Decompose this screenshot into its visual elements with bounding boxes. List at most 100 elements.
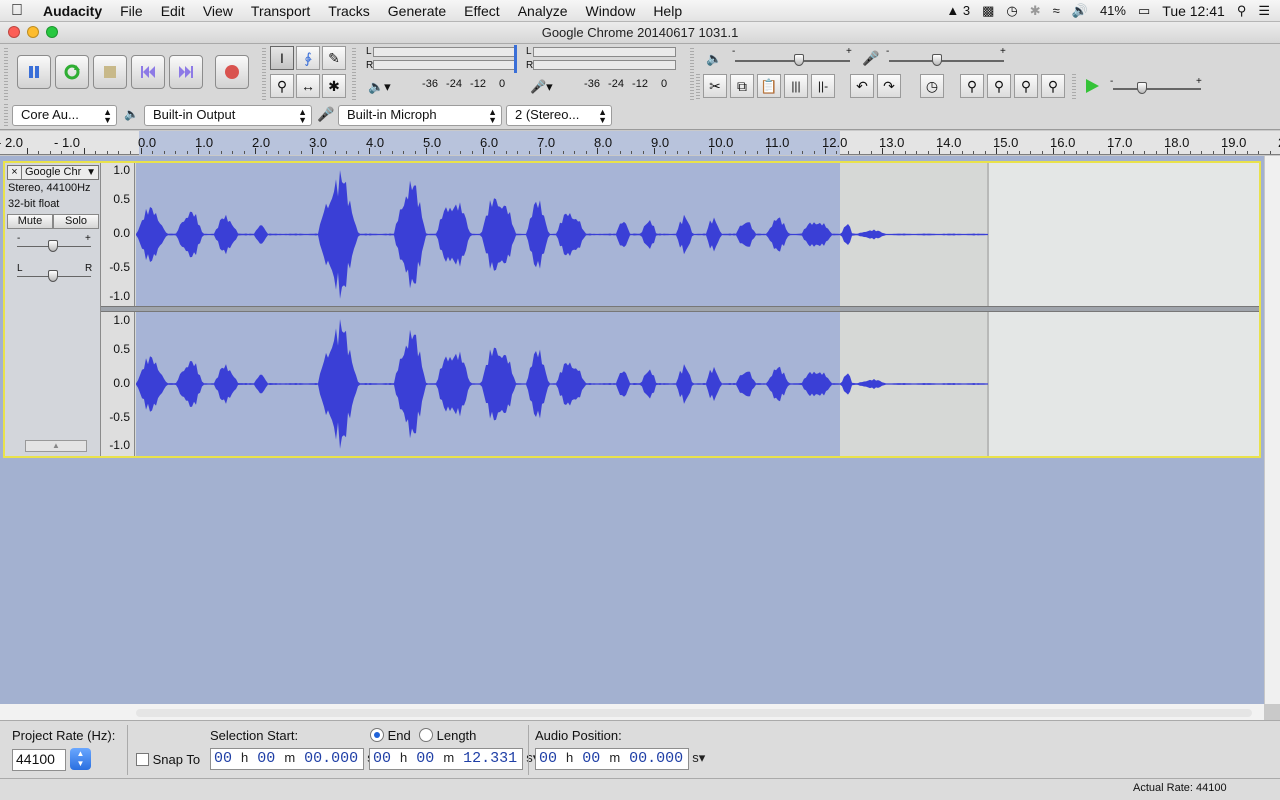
menu-window[interactable]: Window <box>577 3 645 19</box>
bluetooth-icon[interactable]: ✱ <box>1030 3 1041 19</box>
adobe-status[interactable]: ▲ 3 <box>946 3 970 18</box>
menu-tracks[interactable]: Tracks <box>319 3 378 19</box>
play-speed-thumb[interactable] <box>1137 82 1147 94</box>
skip-to-end-button[interactable] <box>169 55 203 89</box>
paste-button[interactable]: 📋 <box>757 74 781 98</box>
input-volume-slider[interactable] <box>889 60 1004 62</box>
wifi-icon[interactable]: ≈ <box>1053 3 1060 18</box>
zoom-tool-button[interactable]: ⚲ <box>270 74 294 98</box>
toolbar-grip[interactable] <box>690 48 694 100</box>
pan-slider-thumb[interactable] <box>48 270 58 282</box>
project-rate-dropdown-button[interactable]: ▲ ▼ <box>70 748 91 770</box>
menu-file[interactable]: File <box>111 3 152 19</box>
menu-effect[interactable]: Effect <box>455 3 509 19</box>
collapse-track-button[interactable]: ▲ <box>25 440 87 452</box>
toolbar-grip[interactable] <box>262 48 266 100</box>
waveform-right-channel[interactable] <box>136 312 1259 456</box>
selection-end-field[interactable]: 00 h 00 m 12.331 s▾ <box>369 748 539 770</box>
record-meter-right[interactable] <box>533 60 676 70</box>
clock[interactable]: Tue 12:41 <box>1162 3 1225 19</box>
audio-position-field[interactable]: 00 h 00 m 00.000 s▾ <box>535 748 705 770</box>
undo-button[interactable]: ↶ <box>850 74 874 98</box>
track-panel[interactable]: × Google Chr ▼ Stereo, 44100Hz 32-bit fl… <box>0 156 1264 704</box>
cut-button[interactable]: ✂ <box>703 74 727 98</box>
length-radio-button[interactable] <box>419 728 433 742</box>
play-speed-slider[interactable] <box>1113 88 1201 90</box>
audio-host-select[interactable]: Core Au... ▲ ▼ <box>12 105 117 126</box>
input-volume-thumb[interactable] <box>932 54 942 66</box>
end-radio[interactable]: End <box>370 728 411 743</box>
dropdown-arrow-icon[interactable]: ▾ <box>699 750 706 765</box>
snap-to-checkbox[interactable] <box>136 753 149 766</box>
record-meter-left[interactable] <box>533 47 676 57</box>
menu-edit[interactable]: Edit <box>152 3 194 19</box>
battery-percent[interactable]: 41% <box>1100 3 1126 18</box>
menu-analyze[interactable]: Analyze <box>509 3 577 19</box>
project-rate-input[interactable]: 44100 <box>12 749 66 771</box>
toolbar-grip[interactable] <box>4 48 8 100</box>
trim-button[interactable]: ||| <box>784 74 808 98</box>
playback-meter-left[interactable] <box>373 47 516 57</box>
record-button[interactable] <box>215 55 249 89</box>
silence-button[interactable]: ||- <box>811 74 835 98</box>
input-device-select[interactable]: Built-in Microph ▲ ▼ <box>338 105 502 126</box>
close-track-button[interactable]: × <box>8 166 22 179</box>
redo-button[interactable]: ↷ <box>877 74 901 98</box>
output-volume-slider[interactable] <box>735 60 850 62</box>
fit-project-button[interactable]: ⚲ <box>1041 74 1065 98</box>
selection-start-field[interactable]: 00 h 00 m 00.000 s▾ <box>210 748 380 770</box>
menu-help[interactable]: Help <box>644 3 691 19</box>
multi-tool-button[interactable]: ✱ <box>322 74 346 98</box>
gain-slider-thumb[interactable] <box>48 240 58 252</box>
selection-tool-button[interactable]: I <box>270 46 294 70</box>
end-radio-button[interactable] <box>370 728 384 742</box>
mute-button[interactable]: Mute <box>7 214 53 229</box>
toolbar-grip[interactable] <box>1072 74 1076 100</box>
apple-icon[interactable]:  <box>0 2 34 20</box>
toolbar-grip[interactable] <box>696 74 700 100</box>
sync-lock-button[interactable]: ◷ <box>920 74 944 98</box>
spotlight-search-icon[interactable]: ⚲ <box>1237 3 1247 19</box>
timeshift-tool-button[interactable]: ↔ <box>296 74 320 98</box>
menu-generate[interactable]: Generate <box>379 3 455 19</box>
audio-track[interactable]: × Google Chr ▼ Stereo, 44100Hz 32-bit fl… <box>3 161 1261 458</box>
notification-center-icon[interactable]: ☰ <box>1258 3 1270 19</box>
draw-tool-button[interactable]: ✎ <box>322 46 346 70</box>
playback-meter-right[interactable] <box>373 60 516 70</box>
volume-icon[interactable]: 🔊 <box>1072 3 1088 19</box>
start-hours: 00 <box>214 750 233 767</box>
ruler-tick <box>1224 148 1225 154</box>
length-radio[interactable]: Length <box>419 728 476 743</box>
envelope-tool-button[interactable]: ∳ <box>296 46 320 70</box>
track-name-menu[interactable]: × Google Chr ▼ <box>7 165 99 180</box>
snap-to-control[interactable]: Snap To <box>136 752 200 767</box>
skip-to-start-button[interactable] <box>131 55 165 89</box>
output-device-select[interactable]: Built-in Output ▲ ▼ <box>144 105 312 126</box>
loop-play-button[interactable] <box>55 55 89 89</box>
microphone-meter-icon[interactable]: 🎤▾ <box>530 79 553 95</box>
timeline-ruler[interactable]: - 2.0- 1.00.01.02.03.04.05.06.07.08.09.0… <box>0 131 1280 155</box>
horizontal-scroll-thumb[interactable] <box>136 709 1252 717</box>
toolbar-grip[interactable] <box>352 48 356 100</box>
pause-button[interactable] <box>17 55 51 89</box>
zoom-in-button[interactable]: ⚲ <box>960 74 984 98</box>
play-at-speed-button[interactable] <box>1080 74 1104 98</box>
input-channels-select[interactable]: 2 (Stereo... ▲ ▼ <box>506 105 612 126</box>
toolbar-grip[interactable] <box>4 104 8 126</box>
stop-button[interactable] <box>93 55 127 89</box>
camera-icon[interactable]: ▩ <box>982 3 994 19</box>
speaker-meter-icon[interactable]: 🔈▾ <box>368 79 391 95</box>
zoom-out-button[interactable]: ⚲ <box>987 74 1011 98</box>
menu-transport[interactable]: Transport <box>242 3 319 19</box>
silence-icon: ||- <box>817 79 829 93</box>
waveform-left-channel[interactable] <box>136 163 1259 306</box>
solo-button[interactable]: Solo <box>53 214 99 229</box>
fit-selection-button[interactable]: ⚲ <box>1014 74 1038 98</box>
menu-view[interactable]: View <box>194 3 242 19</box>
output-volume-thumb[interactable] <box>794 54 804 66</box>
vertical-scrollbar[interactable] <box>1264 156 1280 704</box>
time-machine-icon[interactable]: ◷ <box>1006 3 1017 19</box>
copy-button[interactable]: ⧉ <box>730 74 754 98</box>
menu-app-name[interactable]: Audacity <box>34 3 111 19</box>
unit-m: m <box>284 750 296 765</box>
